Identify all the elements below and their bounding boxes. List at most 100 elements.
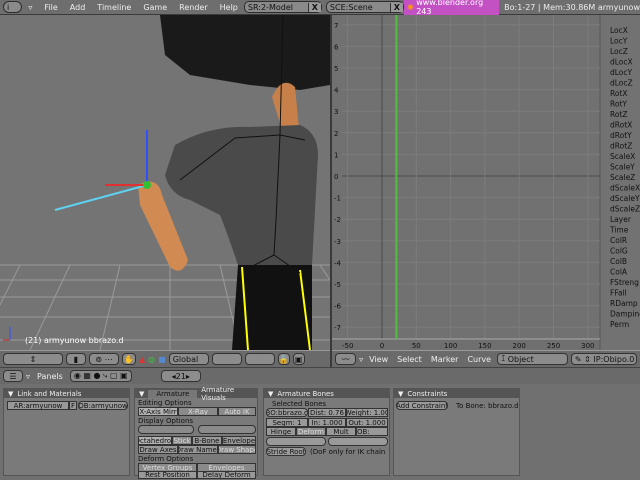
gizmo-center[interactable] <box>143 181 151 189</box>
close-icon[interactable]: X <box>389 2 403 12</box>
mode-select[interactable]: ⇕ <box>3 353 63 365</box>
selected-bone[interactable] <box>54 184 148 211</box>
in-field[interactable]: In: 1.000 <box>308 418 346 427</box>
ipo-channel-fstreng[interactable]: FStreng <box>610 278 639 287</box>
out-field[interactable]: Out: 1.000 <box>346 418 388 427</box>
ipo-channel-locx[interactable]: LocX <box>610 26 628 35</box>
3d-viewport[interactable]: (21) armyunow bbrazo.d <box>0 15 330 350</box>
splash-text[interactable]: www.blender.org 243 <box>416 0 496 16</box>
rotate-icon[interactable]: ◎ <box>148 355 155 364</box>
ipo-channel-roty[interactable]: RotY <box>610 100 627 109</box>
pivot-icon[interactable]: ⊚ ⋯ <box>89 353 119 365</box>
rest-position-toggle[interactable]: Rest Position <box>138 471 197 479</box>
panel-title[interactable]: ▼ Link and Materials <box>4 389 129 398</box>
menu-collapse-icon[interactable]: ▿ <box>22 3 38 12</box>
ipo-channel-scalex[interactable]: ScaleX <box>610 152 635 161</box>
bone-layers-2[interactable] <box>328 437 388 446</box>
ipo-channel-dscaley[interactable]: dScaleY <box>610 194 640 203</box>
collapse-icon[interactable]: ▿ <box>359 355 363 364</box>
frame-value[interactable]: 21 <box>176 372 186 381</box>
stride-root-toggle[interactable]: Stride Root <box>266 447 306 456</box>
ipo-channel-scalez[interactable]: ScaleZ <box>610 173 635 182</box>
layers-1[interactable] <box>211 353 242 365</box>
ipo-channel-layer[interactable]: Layer <box>610 215 632 224</box>
x-axis-mirror-toggle[interactable]: X-Axis Mirr <box>138 407 178 416</box>
octahedron-toggle[interactable]: Octahedron <box>138 436 172 445</box>
orientation-select[interactable]: Global <box>168 353 209 365</box>
ipo-channel-drotx[interactable]: dRotX <box>610 121 632 130</box>
ipo-channel-droty[interactable]: dRotY <box>610 131 632 140</box>
ipo-channel-dscalex[interactable]: dScaleX <box>610 184 640 193</box>
ipo-channel-ffall[interactable]: FFall <box>610 289 627 298</box>
hand-icon[interactable]: ✋ <box>122 353 136 365</box>
deform-toggle[interactable]: Deform <box>296 427 326 436</box>
fake-user-button[interactable]: F <box>69 401 77 410</box>
scene-name[interactable]: SCE:Scene <box>330 3 390 12</box>
render-icon[interactable]: ▣ <box>292 353 305 365</box>
menu-select[interactable]: Select <box>394 355 425 364</box>
bone-layers-1[interactable] <box>266 437 326 446</box>
ipo-channel-cola[interactable]: ColA <box>610 268 628 277</box>
viewport-scene[interactable] <box>0 15 330 350</box>
collapse-icon[interactable]: ▿ <box>26 372 30 381</box>
menu-game[interactable]: Game <box>137 3 173 12</box>
envelope-toggle[interactable]: Envelope <box>222 436 256 445</box>
layer-buttons-1[interactable] <box>138 425 194 434</box>
draw-axes-toggle[interactable]: Draw Axes <box>138 445 178 454</box>
ipo-channel-rotx[interactable]: RotX <box>610 89 628 98</box>
auto-ik-toggle[interactable]: Auto IK <box>218 407 256 416</box>
bone-name-field[interactable]: BO:bbrazo.d <box>266 408 308 417</box>
ipo-channel-damping[interactable]: Damping <box>610 310 640 319</box>
panels-menu[interactable]: Panels <box>33 372 67 381</box>
ipo-channel-scaley[interactable]: ScaleY <box>610 163 635 172</box>
bone-object-field[interactable]: OB: <box>356 427 388 436</box>
menu-timeline[interactable]: Timeline <box>91 3 137 12</box>
scale-icon[interactable]: ■ <box>158 355 166 364</box>
panel-title[interactable]: ▼ Armature Bones <box>264 389 389 398</box>
delay-deform-toggle[interactable]: Delay Deform <box>197 471 256 479</box>
ipo-window-type-icon[interactable]: 〰 <box>335 353 357 365</box>
ipo-channel-rdamp[interactable]: RDamp <box>610 299 638 308</box>
add-constraint-button[interactable]: Add Constraint <box>396 401 448 410</box>
context-buttons[interactable]: ◉ ▦ ● ⤷ ▢ ▣ <box>69 370 132 382</box>
ipo-channel-colb[interactable]: ColB <box>610 257 627 266</box>
dist-field[interactable]: Dist: 0.76 <box>308 408 346 417</box>
segments-field[interactable]: Segm: 1 <box>266 418 308 427</box>
stick-toggle[interactable]: Stick <box>172 436 192 445</box>
ipo-channel-dlocz[interactable]: dLocZ <box>610 79 633 88</box>
lock-icon[interactable]: 🔒 <box>277 353 290 365</box>
ipo-type-select[interactable]: ꕯ Object <box>497 353 568 365</box>
scene-selector[interactable]: SCE:Scene X <box>325 1 404 13</box>
ipo-channel-colr[interactable]: ColR <box>610 236 627 245</box>
ipo-channel-dlocx[interactable]: dLocX <box>610 58 633 67</box>
menu-render[interactable]: Render <box>173 3 213 12</box>
ipo-channel-colg[interactable]: ColG <box>610 247 628 256</box>
x-ray-toggle[interactable]: X-Ray <box>178 407 218 416</box>
armature-name-field[interactable]: AR:armyunow <box>7 401 69 410</box>
weight-field[interactable]: Weight: 1.00 <box>346 408 388 417</box>
screen-name[interactable]: SR:2-Model <box>248 3 308 12</box>
ipo-channel-dscalez[interactable]: dScaleZ <box>610 205 640 214</box>
draw-type-icon[interactable]: ▮ <box>66 353 86 365</box>
close-icon[interactable]: X <box>307 2 321 12</box>
ipo-editor[interactable]: 7 6 5 4 3 2 1 0 -1 -2 -3 -4 -5 -6 -7 -50 0 50 100 150 200 250… <box>332 15 640 350</box>
draw-shape-toggle[interactable]: Draw Shape <box>218 445 256 454</box>
layers-2[interactable] <box>244 353 275 365</box>
ipo-channel-perm[interactable]: Perm <box>610 320 629 329</box>
menu-curve[interactable]: Curve <box>464 355 494 364</box>
ipo-channel-dlocy[interactable]: dLocY <box>610 68 633 77</box>
hinge-toggle[interactable]: Hinge <box>266 427 296 436</box>
tab-armature[interactable]: Armature <box>148 389 198 398</box>
ipo-graph[interactable]: 7 6 5 4 3 2 1 0 -1 -2 -3 -4 -5 -6 -7 -50 0 50 100 150 200 250… <box>332 15 640 350</box>
menu-marker[interactable]: Marker <box>428 355 462 364</box>
ipo-channel-locz[interactable]: LocZ <box>610 47 628 56</box>
ipo-block-select[interactable]: ✎ ⇕ IP:Obipo.0 <box>570 353 638 365</box>
layer-buttons-2[interactable] <box>198 425 256 434</box>
panel-title[interactable]: ▼ Constraints <box>394 389 519 398</box>
tab-armature-visuals[interactable]: Armature Visuals <box>201 386 257 402</box>
ipo-channel-time[interactable]: Time <box>609 226 629 235</box>
menu-file[interactable]: File <box>38 3 63 12</box>
ipo-channel-locy[interactable]: LocY <box>610 37 628 46</box>
menu-help[interactable]: Help <box>214 3 244 12</box>
translate-icon[interactable]: ▲ <box>139 355 145 364</box>
